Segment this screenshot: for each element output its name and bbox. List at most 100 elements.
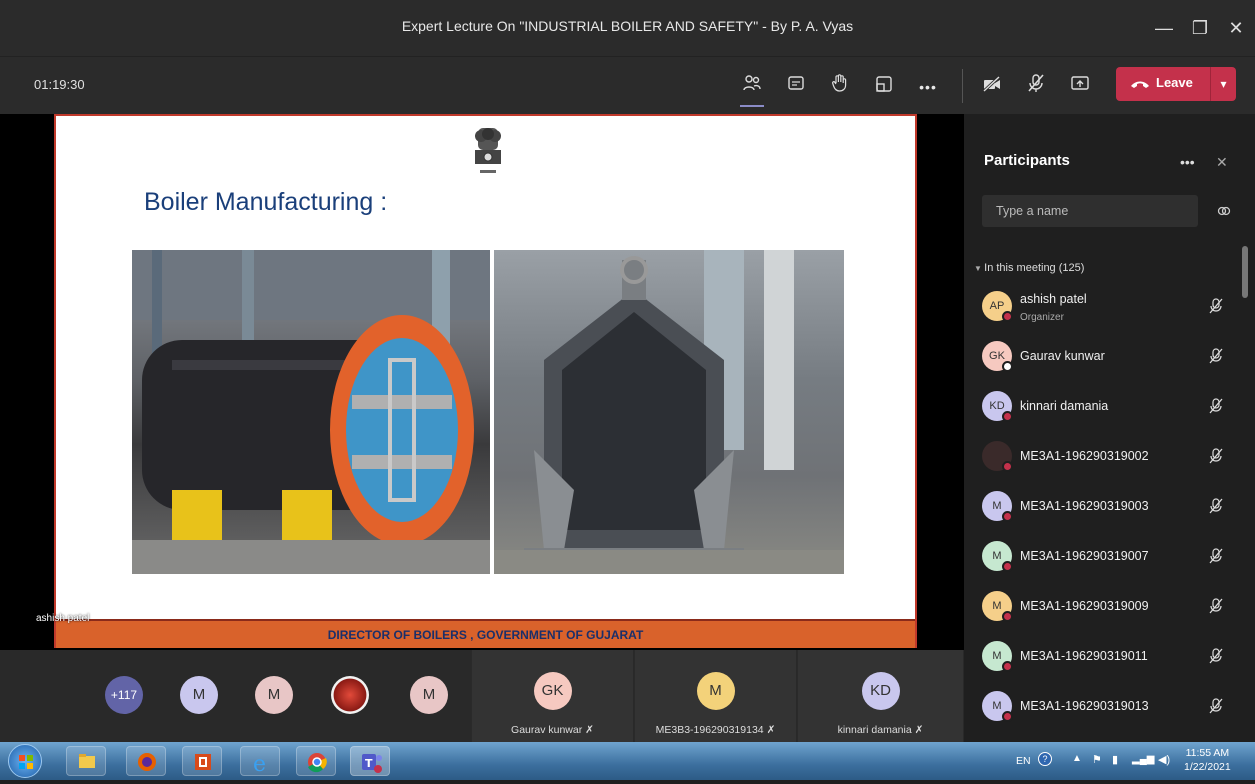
firefox-icon[interactable] [126, 746, 166, 776]
presentation-slide: Boiler Manufacturing : DIRECTOR OF BOILE… [54, 114, 917, 648]
participant-row[interactable]: M ME3A1-196290319013 [964, 682, 1244, 732]
maximize-button[interactable]: ❐ [1186, 14, 1214, 42]
svg-text:e: e [253, 752, 266, 777]
mic-off-icon[interactable] [1020, 71, 1052, 103]
meeting-timer: 01:19:30 [34, 77, 85, 92]
attendee-strip: +117 M M M GK Gaurav kunwar ✗ M ME3B3-19… [0, 650, 964, 742]
help-icon[interactable]: ? [1038, 752, 1052, 766]
status-dot [1002, 561, 1013, 572]
participant-row[interactable]: M ME3A1-196290319011 [964, 632, 1244, 682]
participant-row[interactable]: M ME3A1-196290319003 [964, 482, 1244, 532]
toolbar-divider [962, 69, 963, 103]
participants-panel: Participants ••• ✕ Type a name ▼ In this… [964, 114, 1255, 742]
participant-row[interactable]: KD kinnari damania [964, 382, 1244, 432]
presenter-name-label: ashish patel [36, 613, 90, 624]
participant-role: Organizer [1020, 312, 1064, 323]
show-hidden-icons-icon[interactable]: ▲ [1072, 753, 1082, 764]
attendee-photo-avatar[interactable] [331, 676, 369, 714]
mic-off-icon: ✗ [766, 724, 776, 736]
rooms-icon[interactable] [868, 71, 900, 103]
search-placeholder: Type a name [996, 204, 1069, 218]
close-button[interactable]: ✕ [1222, 14, 1250, 42]
status-dot [1002, 711, 1013, 722]
leave-label: Leave [1156, 75, 1193, 90]
participant-row[interactable]: GK Gaurav kunwar [964, 332, 1244, 382]
boiler-photo-left [132, 250, 490, 574]
status-dot [1002, 661, 1013, 672]
participant-name: Gaurav kunwar [1020, 349, 1105, 363]
mic-off-icon [1209, 548, 1223, 564]
participant-name: ME3A1-196290319011 [1020, 649, 1148, 663]
participant-search-input[interactable]: Type a name [982, 195, 1198, 227]
video-tile-kinnari[interactable]: KD kinnari damania ✗ [797, 650, 963, 742]
chevron-down-icon[interactable]: ▾ [1210, 67, 1236, 101]
share-screen-icon[interactable] [1064, 71, 1096, 103]
outlook-icon[interactable] [182, 746, 222, 776]
participant-name: ME3A1-196290319002 [1020, 449, 1149, 463]
participant-row[interactable]: M ME3A1-196290319007 [964, 532, 1244, 582]
close-panel-icon[interactable]: ✕ [1216, 154, 1228, 171]
volume-icon[interactable]: ◀) [1158, 753, 1170, 766]
camera-off-icon[interactable] [976, 71, 1008, 103]
participant-name: ME3A1-196290319009 [1020, 599, 1149, 613]
mic-off-icon [1209, 348, 1223, 364]
participant-name: ashish patel [1020, 292, 1087, 306]
tile-avatar: M [696, 672, 735, 710]
participants-title: Participants [984, 152, 1070, 169]
tile-avatar: KD [861, 672, 900, 710]
svg-text:T: T [365, 757, 373, 770]
network-icon[interactable]: ▂▄▆ [1132, 754, 1154, 765]
mic-off-icon [1209, 398, 1223, 414]
slide-title: Boiler Manufacturing : [144, 188, 388, 216]
action-center-icon[interactable]: ⚑ [1092, 753, 1102, 766]
clock-date: 1/22/2021 [1184, 761, 1231, 773]
national-emblem-icon [475, 128, 501, 173]
status-dot [1002, 461, 1013, 472]
chevron-down-icon: ▼ [974, 264, 985, 273]
participant-name: kinnari damania [1020, 399, 1109, 413]
file-explorer-icon[interactable] [66, 746, 106, 776]
attendee-avatar[interactable]: M [180, 676, 218, 714]
window-title: Expert Lecture On "INDUSTRIAL BOILER AND… [401, 18, 854, 34]
raise-hand-icon[interactable] [824, 71, 856, 103]
share-invite-icon[interactable] [1216, 203, 1232, 224]
participant-row[interactable]: M ME3A1-196290319009 [964, 582, 1244, 632]
tile-name: Gaurav kunwar [511, 724, 583, 736]
language-indicator[interactable]: EN [1016, 755, 1031, 767]
windows-taskbar: e T EN ? ▲ ⚑ ▮ ▂▄▆ ◀) 11:55 AM 1/22/2021 [0, 742, 1255, 780]
minimize-button[interactable]: — [1150, 14, 1178, 42]
video-tile-gaurav[interactable]: GK Gaurav kunwar ✗ [471, 650, 633, 742]
status-dot [1002, 311, 1013, 322]
overflow-count-badge[interactable]: +117 [105, 676, 143, 714]
teams-icon[interactable]: T [350, 746, 390, 776]
slide-footer-text: DIRECTOR OF BOILERS , GOVERNMENT OF GUJA… [327, 628, 644, 642]
leave-button[interactable]: Leave ▾ [1116, 67, 1236, 101]
battery-icon[interactable]: ▮ [1112, 753, 1118, 766]
mic-off-icon [1209, 698, 1223, 714]
participant-row[interactable]: AP ashish patel Organizer [964, 282, 1244, 332]
section-label: In this meeting (125) [984, 262, 1085, 274]
chrome-icon[interactable] [296, 746, 336, 776]
meeting-section-header[interactable]: ▼ In this meeting (125) [974, 262, 1084, 274]
tile-avatar: GK [533, 672, 572, 710]
internet-explorer-icon[interactable]: e [240, 746, 280, 777]
more-options-icon[interactable]: ••• [1180, 154, 1195, 170]
chat-icon[interactable] [780, 71, 812, 103]
status-dot [1002, 411, 1013, 422]
slide-footer-bar: DIRECTOR OF BOILERS , GOVERNMENT OF GUJA… [56, 619, 915, 648]
taskbar-clock[interactable]: 11:55 AM 1/22/2021 [1184, 746, 1231, 774]
mic-off-icon [1209, 498, 1223, 514]
participant-name: ME3A1-196290319013 [1020, 699, 1149, 713]
mic-off-icon [1209, 598, 1223, 614]
attendee-avatar[interactable]: M [255, 676, 293, 714]
participant-name: ME3A1-196290319007 [1020, 549, 1149, 563]
participant-row[interactable]: ME3A1-196290319002 [964, 432, 1244, 482]
video-tile-me3b3[interactable]: M ME3B3-196290319134 ✗ [634, 650, 796, 742]
start-button[interactable] [8, 744, 42, 778]
attendee-avatar[interactable]: M [410, 676, 448, 714]
mic-off-icon [1209, 648, 1223, 664]
more-options-icon[interactable]: ••• [912, 71, 944, 103]
participants-icon[interactable] [736, 71, 768, 107]
status-dot [1002, 611, 1013, 622]
mic-off-icon [1209, 448, 1223, 464]
